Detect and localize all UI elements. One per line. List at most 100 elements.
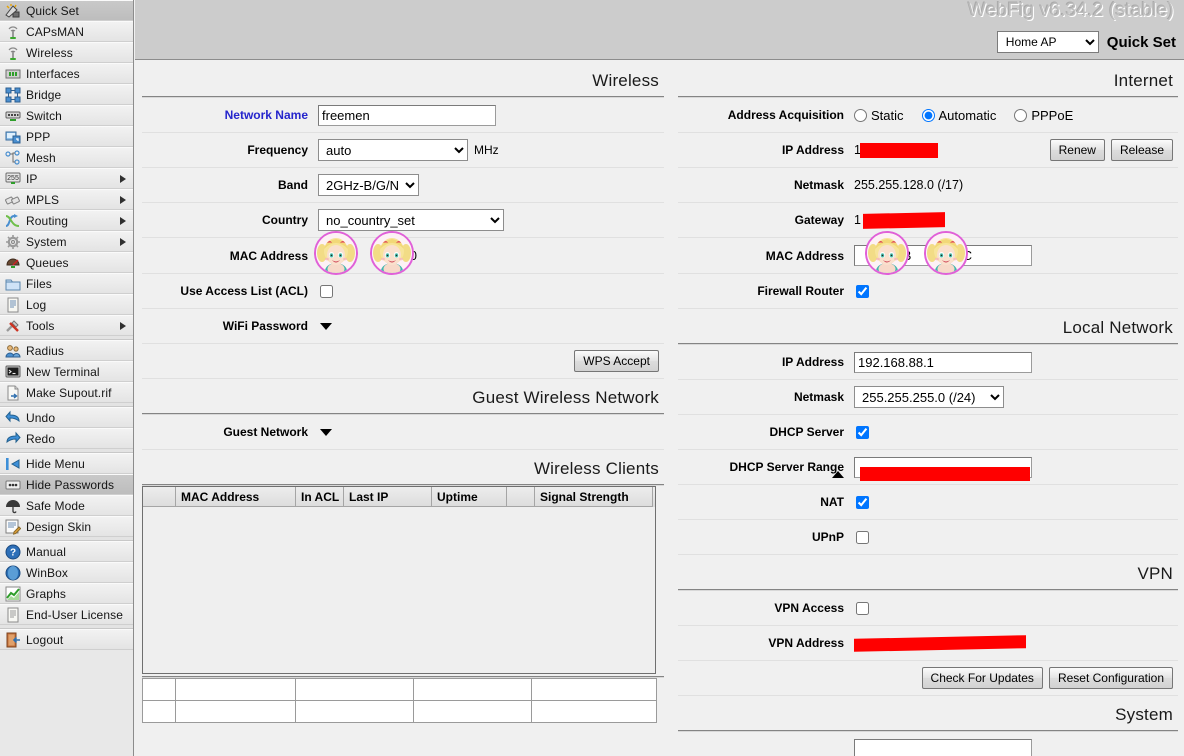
sidebar-item-tools[interactable]: Tools <box>0 315 133 336</box>
sidebar-item-label: Radius <box>26 343 64 358</box>
quickset-mode-select[interactable]: Home APCAPPTP Bridge APPTP Bridge CPEWIS… <box>996 31 1099 53</box>
sidebar-item-logout[interactable]: Logout <box>0 629 133 650</box>
row-dhcp-range: DHCP Server Range <box>678 450 1178 485</box>
network-name-input[interactable] <box>318 104 496 126</box>
sidebar-item-hide-menu[interactable]: Hide Menu <box>0 453 133 474</box>
table-row[interactable] <box>142 700 657 723</box>
clients-column-header[interactable]: Uptime <box>432 487 507 507</box>
reset-configuration-button[interactable]: Reset Configuration <box>1048 667 1173 689</box>
internet-gateway-label: Gateway <box>794 213 844 227</box>
design-skin-icon <box>5 519 21 535</box>
clients-column-header[interactable] <box>507 487 535 507</box>
local-netmask-select[interactable]: 255.255.255.0 (/24)255.255.0.0 (/16)255.… <box>854 386 1004 408</box>
firewall-router-checkbox[interactable] <box>856 284 869 298</box>
nat-checkbox[interactable] <box>856 495 869 509</box>
wifi-password-expand-icon[interactable] <box>320 322 332 330</box>
sidebar-item-switch[interactable]: Switch <box>0 105 133 126</box>
renew-button[interactable]: Renew <box>1049 139 1105 161</box>
country-select[interactable]: no_country_setunited statesgermanylatvia <box>318 209 504 231</box>
sidebar-item-files[interactable]: Files <box>0 273 133 294</box>
sidebar-item-mpls[interactable]: MPLS <box>0 189 133 210</box>
guest-network-expand-icon[interactable] <box>320 428 332 436</box>
sidebar-item-hide-passwords[interactable]: Hide Passwords <box>0 474 133 495</box>
svg-text:?: ? <box>10 547 16 558</box>
sidebar-item-graphs[interactable]: Graphs <box>0 583 133 604</box>
radio-automatic[interactable] <box>921 108 935 122</box>
radio-label: PPPoE <box>1031 107 1074 123</box>
sidebar-item-interfaces[interactable]: Interfaces <box>0 63 133 84</box>
radio-static[interactable] <box>854 108 867 122</box>
sidebar-item-new-terminal[interactable]: New Terminal <box>0 361 133 382</box>
chevron-right-icon <box>120 321 126 330</box>
upnp-checkbox[interactable] <box>856 530 869 544</box>
sidebar-item-redo[interactable]: Redo <box>0 428 133 449</box>
vpn-access-checkbox[interactable] <box>856 601 869 615</box>
ppp-icon <box>5 129 21 145</box>
dhcp-range-collapse-icon[interactable] <box>832 470 844 478</box>
sidebar-item-queues[interactable]: Queues <box>0 252 133 273</box>
manual-icon: ? <box>5 544 21 560</box>
sidebar-item-ip[interactable]: 255 IP <box>0 168 133 189</box>
header-right-group: Home APCAPPTP Bridge APPTP Bridge CPEWIS… <box>996 31 1176 53</box>
sidebar-item-radius[interactable]: Radius <box>0 340 133 361</box>
hide-menu-icon <box>5 456 21 472</box>
sidebar-item-bridge[interactable]: Bridge <box>0 84 133 105</box>
product-version-title: WebFig v6.34.2 (stable) <box>968 0 1174 21</box>
clients-column-header[interactable]: Last IP <box>344 487 432 507</box>
check-for-updates-button[interactable]: Check For Updates <box>921 667 1043 689</box>
release-button[interactable]: Release <box>1110 139 1173 161</box>
sidebar-item-manual[interactable]: ? Manual <box>0 541 133 562</box>
avatar-sticker-censor-4 <box>924 231 968 275</box>
address-acquisition-option-static[interactable]: Static <box>854 108 904 123</box>
sidebar-item-mesh[interactable]: Mesh <box>0 147 133 168</box>
sidebar-item-label: Log <box>26 297 47 312</box>
use-acl-checkbox[interactable] <box>320 284 333 298</box>
sidebar-item-end-user-license[interactable]: End-User License <box>0 604 133 625</box>
clients-column-header[interactable]: Signal Strength <box>535 487 653 507</box>
sidebar-item-make-supout-rif[interactable]: Make Supout.rif <box>0 382 133 403</box>
radio-pppoe[interactable] <box>1014 108 1028 122</box>
sidebar-item-label: Switch <box>26 108 62 123</box>
network-name-label[interactable]: Network Name <box>142 108 318 122</box>
table-cell <box>413 678 532 701</box>
mesh-icon <box>5 149 21 166</box>
sidebar-item-safe-mode[interactable]: Safe Mode <box>0 495 133 516</box>
address-acquisition-radio-group[interactable]: Static Automatic PPPoE <box>854 108 1087 123</box>
clients-column-header[interactable]: In ACL <box>296 487 344 507</box>
clients-column-header[interactable] <box>143 487 176 507</box>
sidebar-item-system[interactable]: System <box>0 231 133 252</box>
system-first-input[interactable] <box>854 738 1032 756</box>
sidebar-item-design-skin[interactable]: Design Skin <box>0 516 133 537</box>
sidebar-item-label: End-User License <box>26 607 123 622</box>
row-upnp: UPnP <box>678 520 1178 555</box>
sidebar-item-routing[interactable]: Routing <box>0 210 133 231</box>
sidebar-item-log[interactable]: Log <box>0 294 133 315</box>
sidebar-item-wireless[interactable]: Wireless <box>0 42 133 63</box>
queues-icon <box>5 255 21 271</box>
section-header-system: System <box>678 696 1178 732</box>
sidebar-item-label: Safe Mode <box>26 498 85 513</box>
frequency-select[interactable]: auto241224172422242724322437244224472452… <box>318 139 468 161</box>
address-acquisition-option-pppoe[interactable]: PPPoE <box>1014 108 1073 123</box>
sidebar-item-undo[interactable]: Undo <box>0 407 133 428</box>
row-wifi-password: WiFi Password <box>142 309 664 344</box>
row-address-acquisition: Address Acquisition Static Automatic PPPoE <box>678 98 1178 133</box>
header-bar: WebFig v6.34.2 (stable) Home APCAPPTP Br… <box>135 0 1184 60</box>
row-frequency: Frequency auto24122417242224272432243724… <box>142 133 664 168</box>
dhcp-server-checkbox[interactable] <box>856 425 869 439</box>
band-select[interactable]: 2GHz-B2GHz-B/G2GHz-B/G/N2GHz-onlyG2GHz-o… <box>318 174 419 196</box>
address-acquisition-option-automatic[interactable]: Automatic <box>921 108 996 123</box>
config-button-row: Check For Updates Reset Configuration <box>678 661 1178 696</box>
country-label: Country <box>262 213 308 227</box>
table-row[interactable] <box>142 678 657 701</box>
local-ip-address-input[interactable] <box>854 351 1032 373</box>
sidebar-item-quick-set[interactable]: Quick Set <box>0 0 133 21</box>
wps-accept-button[interactable]: WPS Accept <box>574 350 659 372</box>
internet-ip-address-label: IP Address <box>781 143 844 157</box>
bottom-empty-table <box>142 678 657 723</box>
clients-column-header[interactable]: MAC Address <box>176 487 296 507</box>
sidebar-item-ppp[interactable]: PPP <box>0 126 133 147</box>
sidebar-item-winbox[interactable]: WinBox <box>0 562 133 583</box>
interfaces-icon <box>5 66 21 82</box>
sidebar-item-capsman[interactable]: CAPsMAN <box>0 21 133 42</box>
